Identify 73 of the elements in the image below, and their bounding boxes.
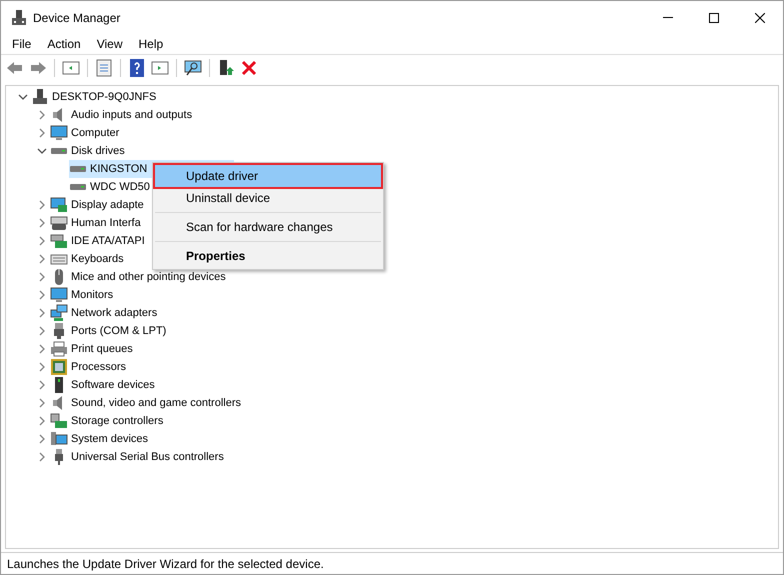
tree-item-label: Sound, video and game controllers <box>71 396 241 411</box>
storage-card-icon <box>50 412 68 430</box>
tree-item[interactable]: Universal Serial Bus controllers <box>50 448 228 466</box>
printer-icon <box>50 340 68 358</box>
tree-item[interactable]: Keyboards <box>50 250 128 268</box>
tree-item[interactable]: Monitors <box>50 286 118 304</box>
tree-item-label: System devices <box>71 432 148 447</box>
tree-item[interactable]: IDE ATA/ATAPI <box>50 232 149 250</box>
tree-item-label: Audio inputs and outputs <box>71 108 192 123</box>
tree-item[interactable]: DESKTOP-9Q0JNFS <box>31 88 160 106</box>
tree-item[interactable]: Sound, video and game controllers <box>50 394 245 412</box>
menu-item[interactable]: File <box>4 35 40 53</box>
tree-item-label: Network adapters <box>71 306 158 321</box>
tree-item-label: Processors <box>71 360 126 375</box>
tree-item-label: Keyboards <box>71 252 124 267</box>
network-icon <box>50 304 68 322</box>
app-icon <box>11 10 27 26</box>
tree-item-label: IDE ATA/ATAPI <box>71 234 145 249</box>
tree-item[interactable]: Storage controllers <box>50 412 168 430</box>
tree-item-label: Universal Serial Bus controllers <box>71 450 224 465</box>
menu-item[interactable]: View <box>88 35 130 53</box>
tree-item-label: Ports (COM & LPT) <box>71 324 166 339</box>
help-icon[interactable] <box>127 58 147 78</box>
status-text: Launches the Update Driver Wizard for the selected device. <box>7 556 324 572</box>
tree-item[interactable]: Software devices <box>50 376 159 394</box>
tree-item-label: Storage controllers <box>71 414 164 429</box>
tree-item[interactable]: Ports (COM & LPT) <box>50 322 170 340</box>
menu-item[interactable]: Action <box>39 35 89 53</box>
list-icon[interactable] <box>94 58 114 78</box>
tree-item[interactable]: Mice and other pointing devices <box>50 268 230 286</box>
collapse-chevron-icon[interactable] <box>18 92 28 102</box>
tree-item-label: Disk drives <box>71 144 125 159</box>
close-icon <box>755 12 765 22</box>
tree-item-label: Monitors <box>71 288 114 303</box>
tree-item-label: DESKTOP-9Q0JNFS <box>52 90 156 105</box>
tree-item[interactable]: Processors <box>50 358 130 376</box>
display-card-icon <box>50 196 68 214</box>
tree-item-label: Human Interfa <box>71 216 141 231</box>
context-menu-item[interactable]: Scan for hardware changes <box>155 216 381 238</box>
tree-item[interactable]: Print queues <box>50 340 137 358</box>
tree-item[interactable]: Computer <box>50 124 124 142</box>
window-title: Device Manager <box>33 10 120 26</box>
scan-monitor-icon[interactable] <box>183 58 203 78</box>
tree-item-label: Display adapte <box>71 198 144 213</box>
tree-item[interactable]: Network adapters <box>50 304 162 322</box>
monitor-icon <box>50 286 68 304</box>
tree-item-label: Mice and other pointing devices <box>71 270 226 285</box>
tree-item-label: Computer <box>71 126 120 141</box>
maximize-icon <box>709 12 719 22</box>
drive-icon <box>50 147 68 155</box>
tree-item[interactable]: Disk drives <box>50 142 129 160</box>
chip-icon <box>50 358 68 376</box>
drive-icon <box>69 183 87 191</box>
monitor-icon <box>50 124 68 142</box>
tree-item[interactable]: System devices <box>50 430 152 448</box>
tree-item[interactable]: Human Interfa <box>50 214 145 232</box>
controller-card-icon <box>50 232 68 250</box>
drive-icon <box>69 165 87 173</box>
tree-item[interactable]: Display adapte <box>50 196 148 214</box>
tree-item[interactable]: WDC WD50 <box>69 178 154 196</box>
tree-item-label: Print queues <box>71 342 133 357</box>
minimize-icon <box>663 17 673 18</box>
tree-item-label: WDC WD50 <box>90 180 150 195</box>
tree-item-label: KINGSTON <box>90 162 148 177</box>
context-menu-item[interactable]: Properties <box>155 245 381 267</box>
collapse-chevron-icon[interactable] <box>37 146 47 156</box>
computer-icon <box>31 88 49 106</box>
tree-item-label: Software devices <box>71 378 155 393</box>
context-menu-item[interactable]: Uninstall device <box>155 187 381 209</box>
context-menu-item[interactable]: Update driver <box>155 165 381 187</box>
computer-icon <box>50 430 68 448</box>
menu-item[interactable]: Help <box>130 35 172 53</box>
tree-item[interactable]: Audio inputs and outputs <box>50 106 196 124</box>
